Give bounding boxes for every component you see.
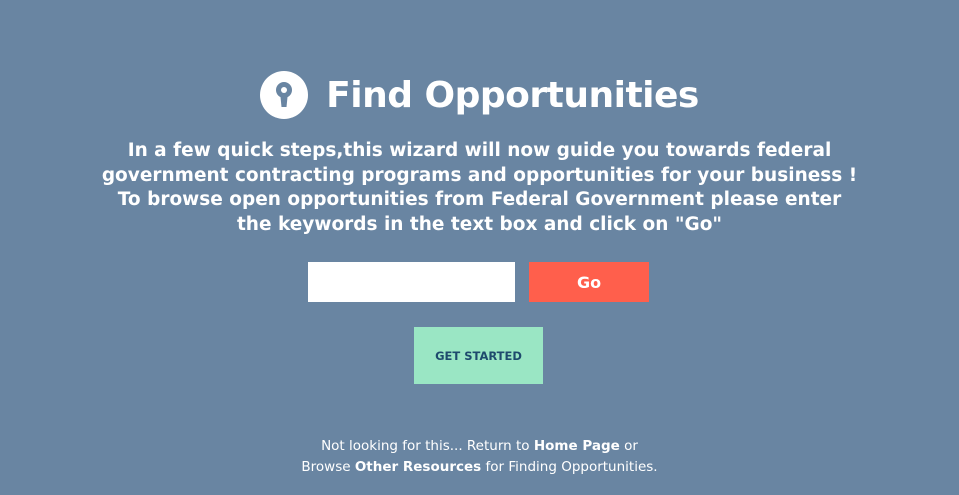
footer-text: Not looking for this... Return to Home P… bbox=[0, 436, 959, 478]
get-started-button[interactable]: GET STARTED bbox=[414, 327, 543, 384]
go-button[interactable]: Go bbox=[529, 262, 649, 302]
search-row: Go bbox=[308, 262, 649, 302]
footer-line-resources: Browse Other Resources for Finding Oppor… bbox=[0, 457, 959, 478]
intro-text: In a few quick steps,this wizard will no… bbox=[100, 139, 859, 237]
footer-resources-prefix: Browse bbox=[301, 459, 355, 475]
keyword-search-input[interactable] bbox=[308, 262, 515, 302]
other-resources-link[interactable]: Other Resources bbox=[355, 459, 481, 475]
home-page-link[interactable]: Home Page bbox=[534, 438, 620, 454]
intro-line-browse: To browse open opportunities from Federa… bbox=[117, 189, 842, 235]
page-title: Find Opportunities bbox=[326, 74, 699, 116]
footer-home-suffix: or bbox=[619, 438, 638, 454]
footer-line-home: Not looking for this... Return to Home P… bbox=[0, 436, 959, 457]
page-header: Find Opportunities bbox=[0, 70, 959, 120]
footer-resources-suffix: for Finding Opportunities. bbox=[481, 459, 658, 475]
footer-home-prefix: Not looking for this... Return to bbox=[321, 438, 534, 454]
keyhole-lock-icon bbox=[260, 71, 309, 119]
intro-line-guide: In a few quick steps,this wizard will no… bbox=[101, 140, 858, 186]
